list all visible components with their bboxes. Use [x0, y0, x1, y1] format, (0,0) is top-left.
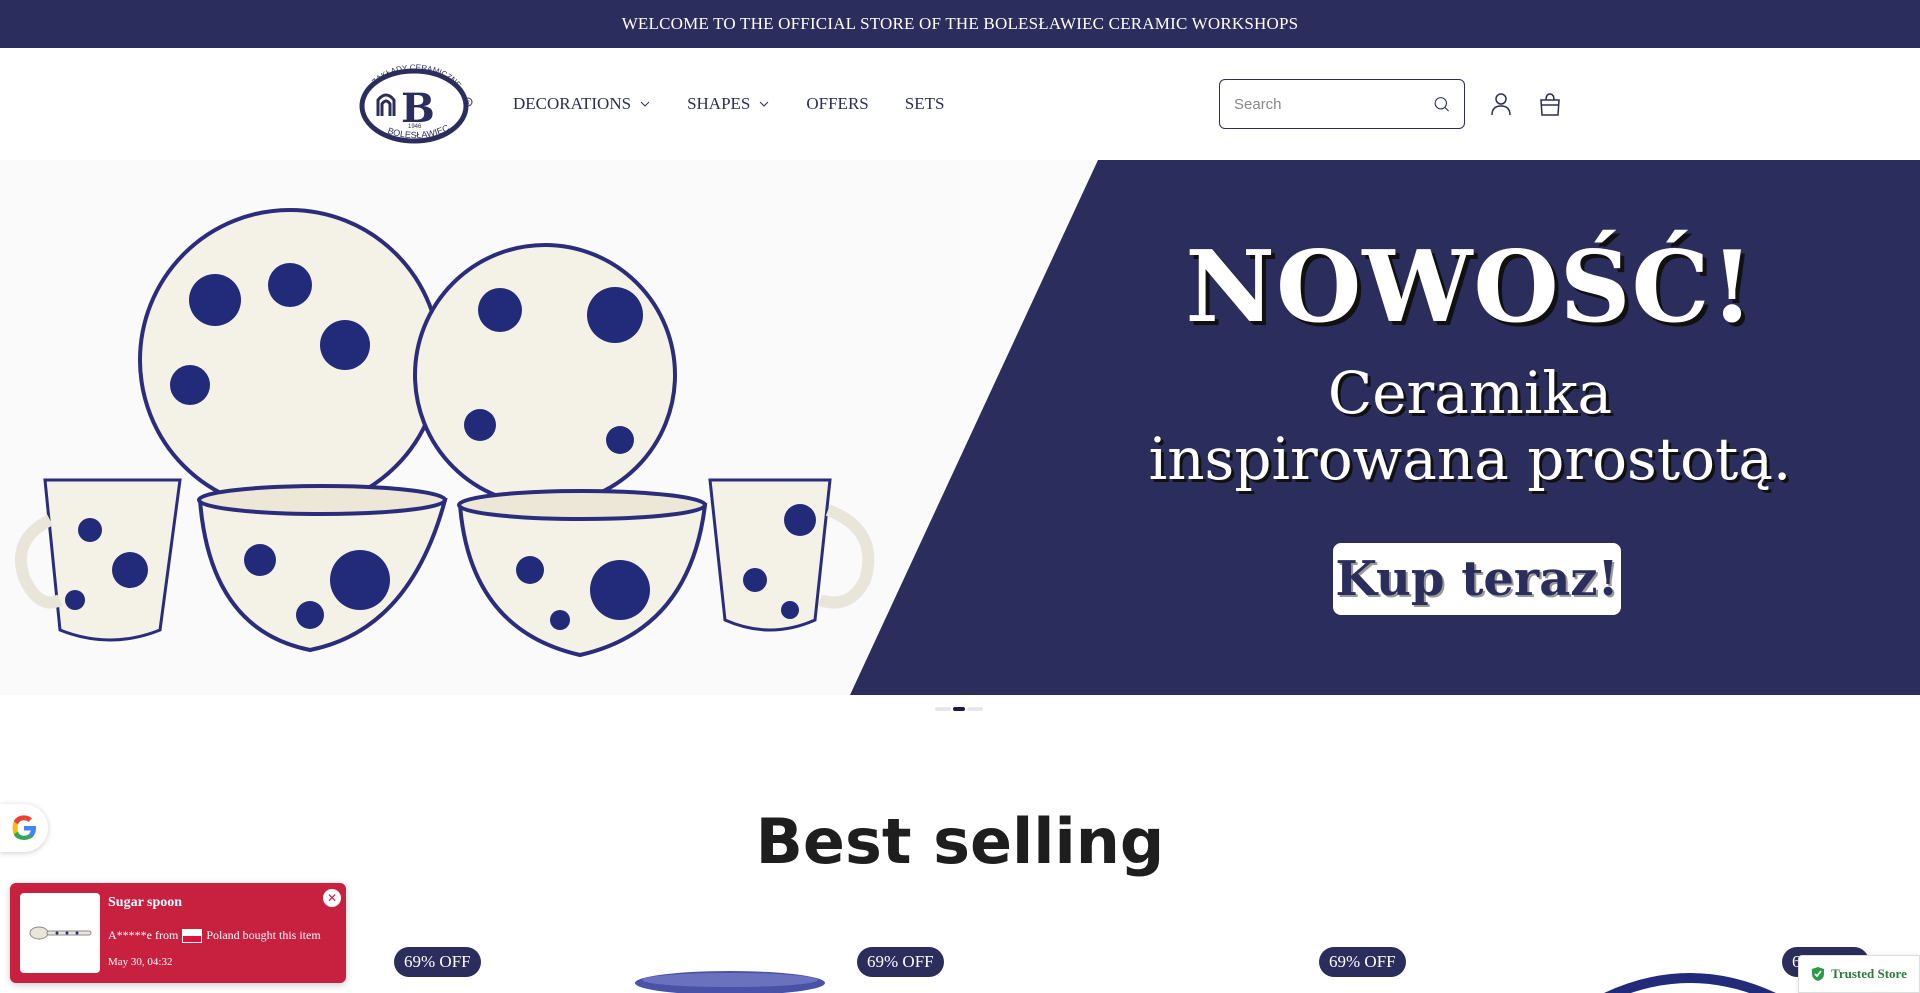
nav-item-sets[interactable]: SETS — [905, 94, 945, 114]
shop-now-button[interactable]: Kup teraz! — [1333, 543, 1621, 615]
search-box — [1219, 79, 1465, 129]
logo-emblem-icon: ZAKŁADY CERAMICZNE B 1946 BOLESŁAWIEC R — [359, 63, 473, 144]
announcement-bar: WELCOME TO THE OFFICIAL STORE OF THE BOL… — [0, 0, 1920, 48]
nav-item-decorations[interactable]: DECORATIONS — [513, 94, 651, 114]
trusted-store-badge[interactable]: Trusted Store — [1798, 955, 1920, 993]
nav-item-shapes[interactable]: SHAPES — [687, 94, 770, 114]
user-icon[interactable] — [1488, 91, 1514, 117]
popup-buyer-line: A*****e from Poland bought this item — [108, 928, 321, 943]
site-header: ZAKŁADY CERAMICZNE B 1946 BOLESŁAWIEC R … — [0, 48, 1920, 160]
google-icon — [12, 815, 36, 840]
chevron-down-icon — [760, 101, 769, 107]
search-icon[interactable] — [1433, 92, 1450, 116]
discount-badge: 69% OFF — [1319, 947, 1406, 977]
hero-subtitle: Ceramika inspirowana prostotą. — [1100, 360, 1840, 492]
close-icon[interactable]: ✕ — [323, 889, 341, 907]
slider-pagination — [935, 707, 983, 711]
poland-flag-icon — [182, 928, 203, 943]
sugar-spoon-image — [29, 926, 92, 940]
svg-text:R: R — [466, 101, 471, 107]
product-thumbnail — [20, 893, 100, 973]
recent-purchase-popup[interactable]: Sugar spoon A*****e from Poland bought t… — [10, 883, 346, 983]
hero-title: NOWOŚĆ! — [1185, 230, 1755, 345]
logo-year: 1946 — [408, 124, 422, 130]
chevron-down-icon — [640, 101, 650, 107]
nav-label: OFFERS — [806, 94, 869, 113]
slider-dot[interactable] — [967, 707, 983, 711]
nav-label: SETS — [904, 94, 945, 113]
product-image[interactable] — [1600, 968, 1780, 993]
discount-badge: 69% OFF — [394, 947, 481, 977]
main-nav: DECORATIONS SHAPES OFFERS SETS — [513, 48, 944, 160]
popup-country-text: Poland bought this item — [206, 928, 321, 942]
popup-buyer: A*****e from — [108, 928, 179, 942]
nav-item-offers[interactable]: OFFERS — [806, 94, 868, 114]
trusted-store-label: Trusted Store — [1831, 966, 1907, 981]
google-reviews-tab[interactable] — [0, 804, 48, 852]
hero-subtitle-line: inspirowana prostotą. — [1148, 425, 1792, 493]
product-image[interactable] — [630, 968, 830, 993]
popup-timestamp: May 30, 04:32 — [108, 956, 173, 968]
popup-product-name: Sugar spoon — [108, 895, 183, 910]
announcement-text: WELCOME TO THE OFFICIAL STORE OF THE BOL… — [621, 14, 1299, 33]
search-input[interactable] — [1234, 95, 1433, 113]
shopping-bag-icon[interactable] — [1537, 91, 1563, 117]
shield-check-icon — [1812, 967, 1825, 981]
hero-text-block: NOWOŚĆ! Ceramika inspirowana prostotą. K… — [1100, 160, 1840, 695]
nav-label: SHAPES — [687, 94, 751, 113]
slider-dot-active[interactable] — [953, 707, 965, 711]
section-title: Best selling — [755, 805, 1165, 878]
slider-dot[interactable] — [935, 707, 951, 711]
discount-badge: 69% OFF — [857, 947, 944, 977]
hero-banner[interactable]: NOWOŚĆ! Ceramika inspirowana prostotą. K… — [0, 160, 1920, 695]
nav-label: DECORATIONS — [513, 94, 632, 113]
hero-subtitle-line: Ceramika — [1327, 359, 1613, 427]
brand-logo[interactable]: ZAKŁADY CERAMICZNE B 1946 BOLESŁAWIEC R — [356, 62, 474, 144]
